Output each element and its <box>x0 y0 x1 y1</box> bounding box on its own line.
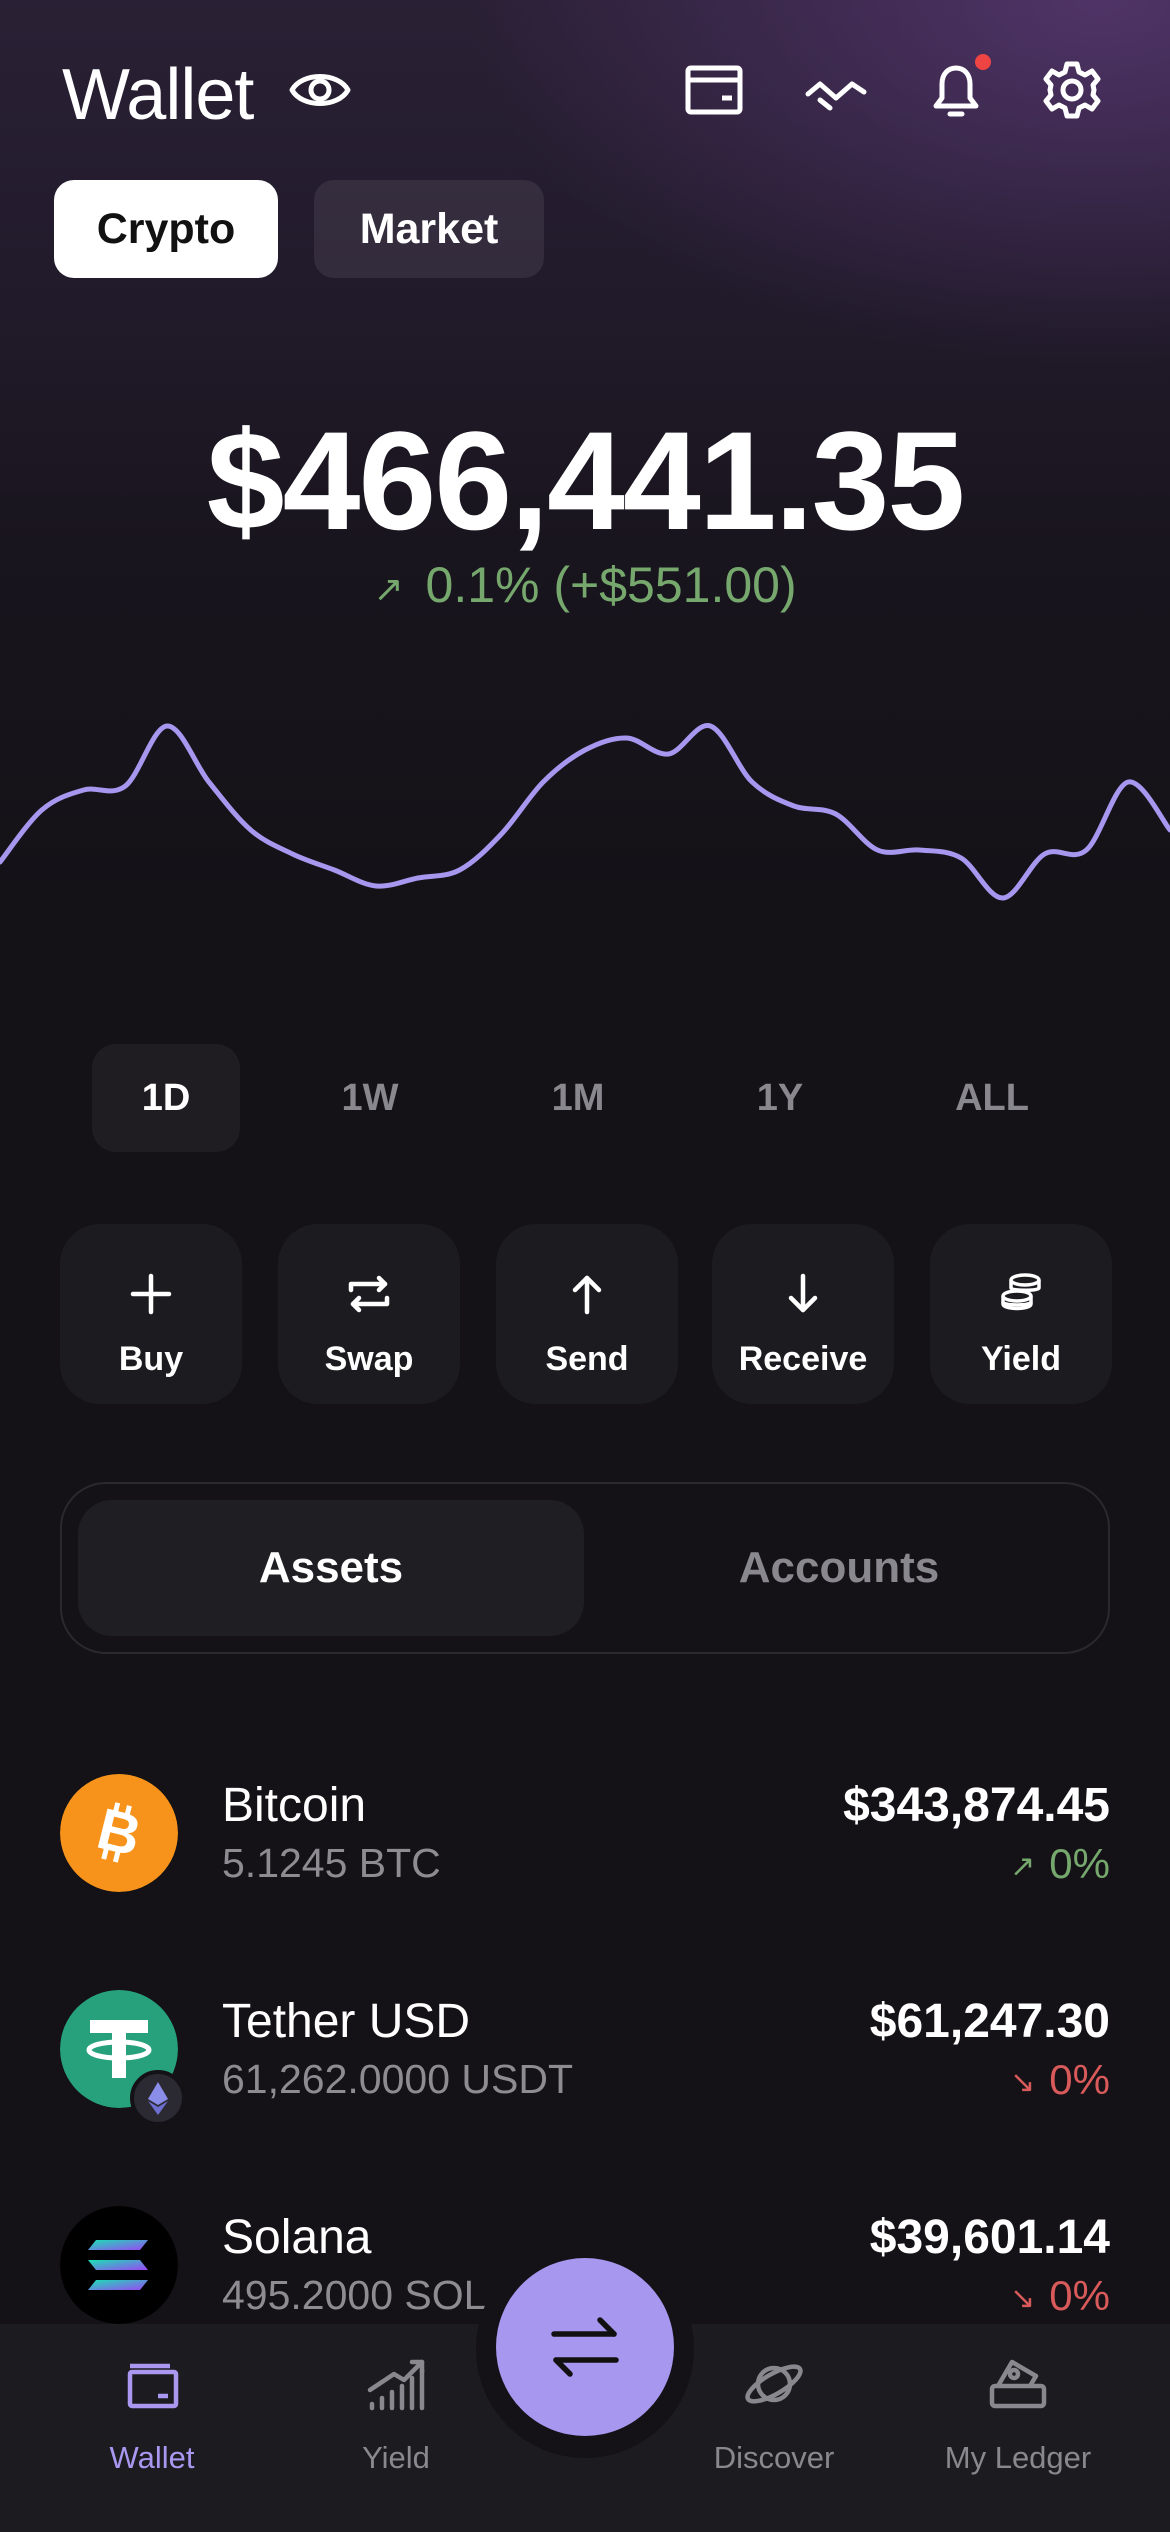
range-1w[interactable]: 1W <box>296 1044 444 1152</box>
ethereum-network-badge <box>130 2070 186 2126</box>
trend-up-icon: ↗ <box>373 567 404 609</box>
asset-value: $39,601.14 <box>869 2211 1110 2264</box>
solana-icon <box>60 2206 178 2324</box>
chart-icon <box>367 2359 425 2411</box>
bitcoin-icon: B <box>60 1774 178 1892</box>
nav-my-ledger-label: My Ledger <box>944 2440 1092 2475</box>
asset-value: $343,874.45 <box>843 1779 1110 1832</box>
nav-yield-label: Yield <box>362 2440 430 2475</box>
arrow-down-icon <box>788 1273 818 1313</box>
asset-change: ↘ 0% <box>1010 2056 1110 2104</box>
nav-yield[interactable]: Yield <box>286 2352 506 2476</box>
asset-quantity: 5.1245 BTC <box>222 1840 441 1886</box>
trend-down-icon: ↘ <box>1010 2066 1036 2100</box>
asset-quantity: 61,262.0000 USDT <box>222 2056 574 2102</box>
asset-change-value: 0% <box>1049 2056 1110 2103</box>
asset-row-bitcoin[interactable]: B Bitcoin 5.1245 BTC $343,874.45 ↗ 0% <box>0 1774 1170 1914</box>
coins-icon <box>1001 1273 1041 1311</box>
wallet-icon <box>127 2363 179 2409</box>
asset-change: ↗ 0% <box>1010 1840 1110 1888</box>
chart-series-line <box>0 723 1170 901</box>
arrow-up-icon <box>572 1275 602 1315</box>
trend-up-icon: ↗ <box>1010 1850 1036 1884</box>
yield-label: Yield <box>981 1340 1061 1378</box>
plus-icon <box>130 1273 172 1315</box>
wave-icon[interactable] <box>802 56 870 124</box>
swap-icon <box>348 1275 390 1313</box>
transfer-arrows-icon <box>551 2317 619 2377</box>
range-1m[interactable]: 1M <box>504 1044 652 1152</box>
portfolio-change: ↗ 0.1% (+$551.00) <box>0 556 1170 614</box>
swap-label: Swap <box>324 1340 414 1378</box>
asset-quantity: 495.2000 SOL <box>222 2272 487 2318</box>
gear-icon[interactable] <box>1038 56 1106 124</box>
asset-change: ↘ 0% <box>1010 2272 1110 2320</box>
nav-discover[interactable]: Discover <box>664 2352 884 2476</box>
range-1y[interactable]: 1Y <box>706 1044 854 1152</box>
asset-name: Bitcoin <box>222 1779 367 1832</box>
buy-button[interactable]: Buy <box>60 1224 242 1404</box>
tab-market[interactable]: Market <box>314 180 544 278</box>
send-button[interactable]: Send <box>496 1224 678 1404</box>
asset-change-value: 0% <box>1049 1840 1110 1887</box>
nav-discover-label: Discover <box>713 2440 835 2475</box>
tab-accounts[interactable]: Accounts <box>586 1500 1092 1636</box>
planet-icon <box>745 2364 803 2404</box>
send-label: Send <box>545 1340 629 1378</box>
asset-name: Solana <box>222 2211 372 2264</box>
nav-wallet-label: Wallet <box>109 2440 195 2475</box>
asset-value: $61,247.30 <box>869 1995 1110 2048</box>
portfolio-chart[interactable] <box>0 690 1170 930</box>
ledger-device-icon <box>989 2359 1047 2409</box>
asset-row-tether[interactable]: Tether USD 61,262.0000 USDT $61,247.30 ↘… <box>0 1990 1170 2130</box>
buy-label: Buy <box>118 1340 184 1378</box>
asset-name: Tether USD <box>222 1995 471 2048</box>
time-range-selector: 1D 1W 1M 1Y ALL <box>90 1044 1090 1152</box>
asset-change-value: 0% <box>1049 2272 1110 2319</box>
range-all[interactable]: ALL <box>918 1044 1066 1152</box>
receive-button[interactable]: Receive <box>712 1224 894 1404</box>
wallet-screen: Wallet Crypto Market $466,441.35 ↗ 0.1% (… <box>0 0 1170 2532</box>
eye-icon[interactable] <box>288 62 352 118</box>
portfolio-change-value: 0.1% (+$551.00) <box>425 557 797 613</box>
tab-crypto[interactable]: Crypto <box>54 180 278 278</box>
yield-button[interactable]: Yield <box>930 1224 1112 1404</box>
portfolio-balance: $466,441.35 <box>206 402 966 559</box>
transfer-button[interactable] <box>496 2258 674 2436</box>
trend-down-icon: ↘ <box>1010 2282 1036 2316</box>
page-title: Wallet <box>62 55 254 135</box>
swap-button[interactable]: Swap <box>278 1224 460 1404</box>
receive-label: Receive <box>738 1340 868 1378</box>
nav-wallet[interactable]: Wallet <box>42 2352 262 2476</box>
nav-my-ledger[interactable]: My Ledger <box>908 2352 1128 2476</box>
notification-badge <box>975 54 991 70</box>
tab-assets[interactable]: Assets <box>78 1500 584 1636</box>
range-1d[interactable]: 1D <box>92 1044 240 1152</box>
card-icon[interactable] <box>680 56 748 124</box>
